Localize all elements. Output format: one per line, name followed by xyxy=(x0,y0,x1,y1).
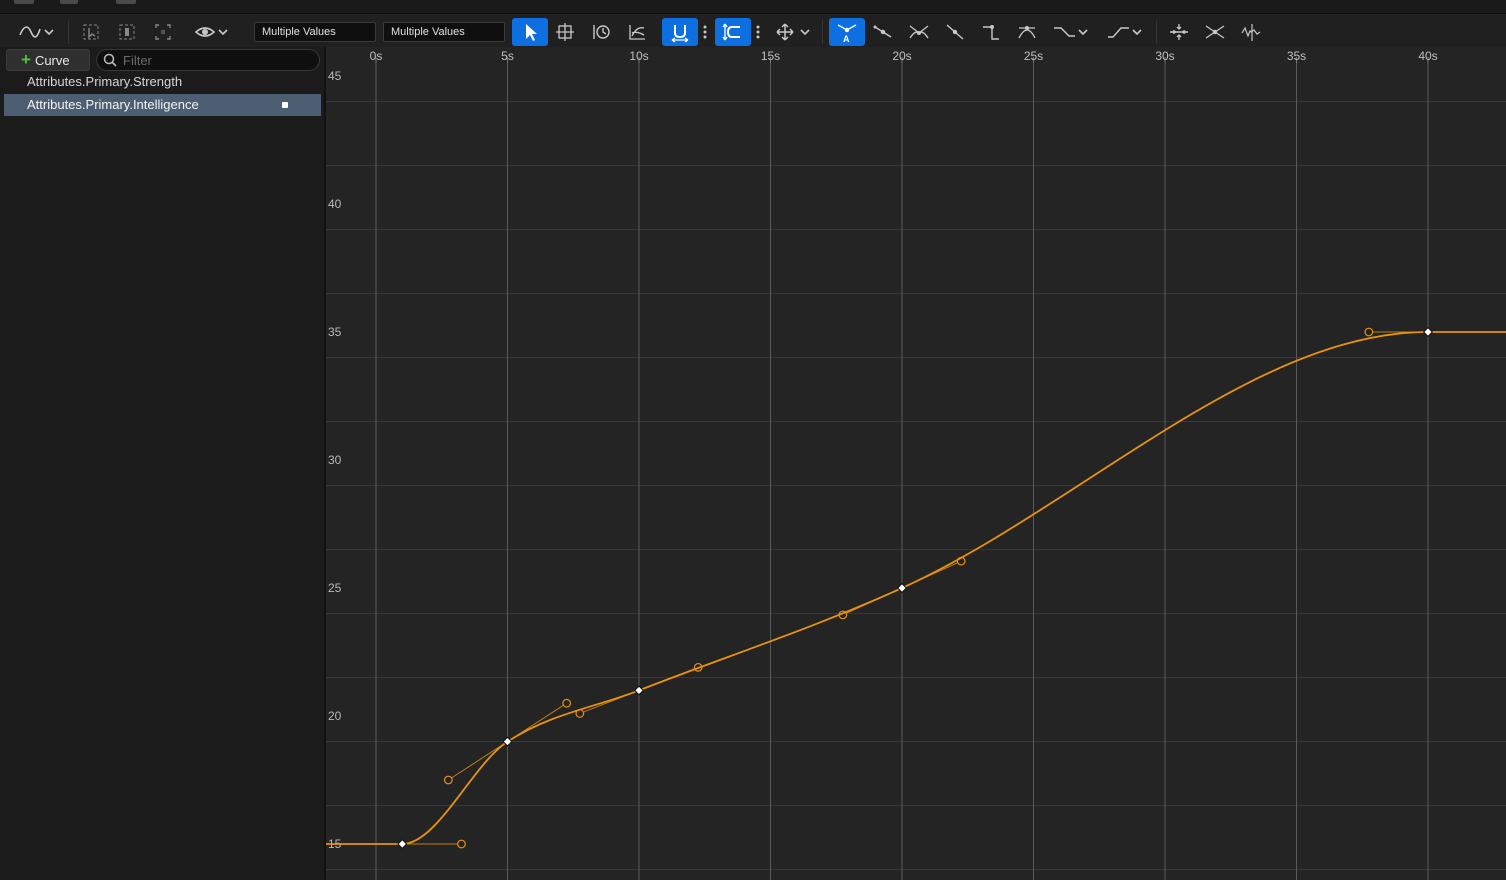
snap-value-options-icon[interactable] xyxy=(752,18,764,46)
filter-icon[interactable] xyxy=(1238,18,1264,46)
x-tick-label: 10s xyxy=(629,49,648,63)
curve-item-label: Attributes.Primary.Intelligence xyxy=(27,97,199,112)
keyframe[interactable] xyxy=(1422,326,1434,338)
weighted-tangent-icon[interactable] xyxy=(1014,18,1040,46)
y-tick-label: 40 xyxy=(328,197,342,211)
frame-selection-icon[interactable] xyxy=(150,18,176,46)
tangent-handle[interactable] xyxy=(443,775,453,785)
select-tool-icon[interactable] xyxy=(512,18,548,46)
search-icon xyxy=(103,53,117,67)
x-tick-label: 20s xyxy=(892,49,911,63)
window-title-strip xyxy=(0,0,1506,14)
curve-item-intelligence[interactable]: Attributes.Primary.Intelligence xyxy=(4,94,321,116)
axis-snapping-icon[interactable] xyxy=(772,18,814,46)
y-tick-label: 20 xyxy=(328,709,342,723)
visibility-icon[interactable] xyxy=(192,18,232,46)
transform-tool-icon[interactable] xyxy=(552,18,578,46)
time-value-field[interactable]: Multiple Values xyxy=(254,22,376,42)
pre-infinity-icon[interactable] xyxy=(1050,18,1092,46)
keyframe[interactable] xyxy=(397,838,408,850)
intelligence-curve[interactable] xyxy=(326,331,1506,845)
post-infinity-icon[interactable] xyxy=(1104,18,1146,46)
tangent-handle[interactable] xyxy=(562,698,572,708)
y-tick-label: 35 xyxy=(328,325,342,339)
curve-list-panel: + Curve Attributes.Primary.Strength Attr… xyxy=(0,47,326,880)
x-tick-label: 35s xyxy=(1287,49,1306,63)
y-tick-label: 45 xyxy=(328,69,342,83)
plus-icon: + xyxy=(21,50,31,69)
curve-item-label: Attributes.Primary.Strength xyxy=(27,74,183,89)
select-all-icon[interactable] xyxy=(114,18,140,46)
svg-text:A: A xyxy=(843,34,850,43)
curve-graph[interactable]: 15 20 25 30 35 40 45 0s 5s 10s 15s 20s 25s 30s 35s 40s xyxy=(326,47,1506,880)
curve-view-icon[interactable] xyxy=(16,18,56,46)
keyframe[interactable] xyxy=(633,685,645,696)
tangent-handle[interactable] xyxy=(1364,327,1374,337)
curve-editor-toolbar: Multiple Values Multiple Values A xyxy=(0,14,1506,51)
x-tick-label: 30s xyxy=(1155,49,1174,63)
curve-color-indicator xyxy=(282,102,288,108)
break-tangent-icon[interactable] xyxy=(905,18,933,46)
snap-value-icon[interactable] xyxy=(715,18,751,46)
snap-time-options-icon[interactable] xyxy=(699,18,711,46)
auto-tangent-icon[interactable]: A xyxy=(829,18,865,46)
keyframe[interactable] xyxy=(896,582,908,594)
y-tick-label: 30 xyxy=(328,453,342,467)
select-keys-icon[interactable] xyxy=(78,18,104,46)
flatten-icon[interactable] xyxy=(1166,18,1192,46)
y-tick-label: 25 xyxy=(328,581,342,595)
add-curve-button[interactable]: + Curve xyxy=(6,49,90,71)
add-curve-label: Curve xyxy=(34,52,70,68)
retime-tool-icon[interactable] xyxy=(588,18,614,46)
straighten-icon[interactable] xyxy=(1202,18,1228,46)
x-tick-label: 0s xyxy=(370,49,383,63)
x-tick-label: 40s xyxy=(1418,49,1437,63)
filter-input[interactable] xyxy=(123,52,303,68)
constant-tangent-icon[interactable] xyxy=(978,18,1004,46)
linear-tangent-icon[interactable] xyxy=(942,18,968,46)
key-value-field[interactable]: Multiple Values xyxy=(383,22,505,42)
curve-item-strength[interactable]: Attributes.Primary.Strength xyxy=(4,71,321,93)
x-tick-label: 5s xyxy=(501,49,514,63)
filter-search-box[interactable] xyxy=(96,49,320,71)
tangent-handle[interactable] xyxy=(457,839,466,849)
user-tangent-icon[interactable] xyxy=(870,18,896,46)
x-tick-label: 25s xyxy=(1024,49,1043,63)
snap-time-icon[interactable] xyxy=(662,18,698,46)
multi-scale-tool-icon[interactable] xyxy=(624,18,650,46)
x-tick-label: 15s xyxy=(761,49,780,63)
